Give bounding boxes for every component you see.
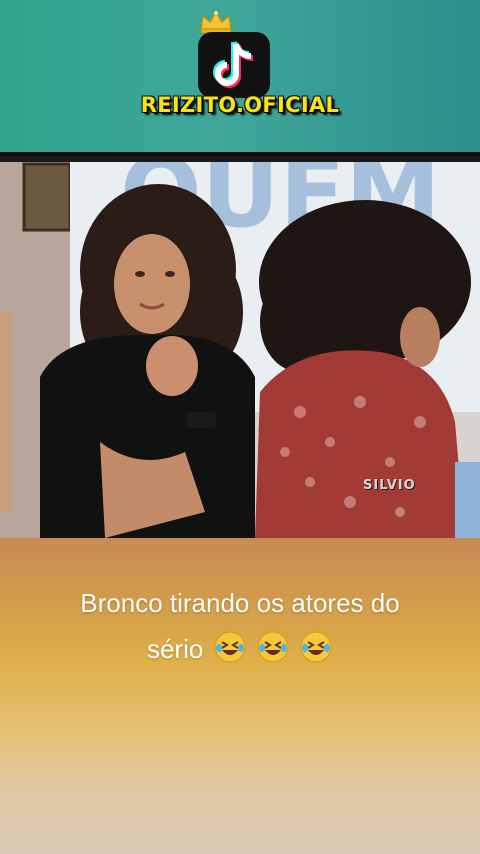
brand-name[interactable]: REIZITO.OFICIAL (0, 93, 480, 117)
rolling-on-floor-laughing-emoji-1 (213, 631, 246, 663)
header-band: REIZITO.OFICIAL (0, 0, 480, 156)
caption-background (0, 538, 480, 854)
caption-line-1: Bronco tirando os atores do (80, 588, 400, 618)
rolling-on-floor-laughing-emoji-2 (257, 631, 289, 663)
video-watermark: SILVIO (363, 478, 416, 493)
caption-line-2: sério (20, 630, 460, 665)
wall-frame (22, 162, 72, 232)
tiktok-logo-icon[interactable] (196, 30, 272, 100)
rolling-on-floor-laughing-emoji-3 (300, 631, 332, 663)
video-frame[interactable]: QUEM SILVIO (0, 162, 480, 538)
caption-line-2-text: sério (146, 634, 204, 664)
